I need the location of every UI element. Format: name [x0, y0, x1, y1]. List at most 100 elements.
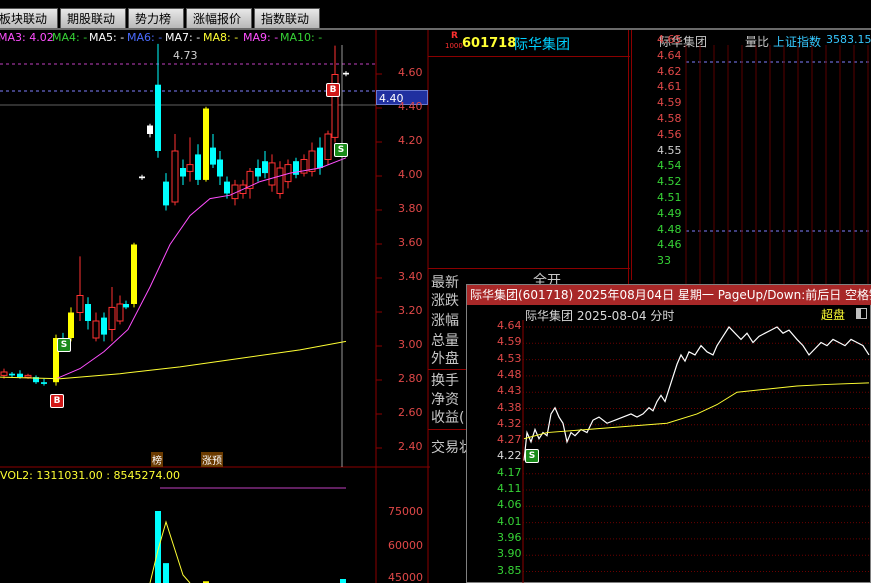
- intraday-price-tick: 4.22: [497, 449, 522, 463]
- volume-tick: 45000: [388, 571, 423, 583]
- r-badge-sub: 1000: [445, 42, 463, 50]
- candle-body: [68, 312, 74, 338]
- candle-body: [255, 168, 261, 177]
- candle-body: [163, 181, 169, 206]
- price-tick: 3.20: [398, 304, 423, 317]
- candle-body: [217, 159, 223, 177]
- candle-body: [276, 167, 284, 194]
- candle-body: [203, 108, 209, 180]
- candle-body: [155, 84, 161, 151]
- quote-label-earnings: 收益(: [431, 410, 465, 426]
- volume-tick: 75000: [388, 505, 423, 518]
- index-tick: 4.54: [657, 159, 682, 173]
- intraday-price-tick: 4.17: [497, 465, 522, 479]
- tab-bar: 板块联动 期股联动 势力榜 涨幅报价 指数联动: [0, 0, 871, 30]
- stock-code[interactable]: 601718: [462, 36, 516, 51]
- index-tick: 4.64: [657, 48, 682, 62]
- candle-body: [0, 371, 8, 376]
- index-tick: 4.49: [657, 206, 682, 220]
- gain-forecast-marker: 涨预: [201, 452, 223, 467]
- tab-sector-linkage[interactable]: 板块联动: [0, 8, 58, 28]
- intraday-price-tick: 3.85: [497, 563, 522, 577]
- price-tick: 2.80: [398, 372, 423, 385]
- intraday-price-tick: 4.64: [497, 319, 522, 332]
- index-tick: 4.52: [657, 175, 682, 189]
- quote-label-volume: 总量: [431, 333, 459, 349]
- candle-body: [224, 181, 230, 194]
- candle-body: [24, 374, 32, 378]
- tab-futures-linkage[interactable]: 期股联动: [60, 8, 126, 28]
- candle-body: [131, 244, 137, 304]
- index-tick: 4.55: [657, 143, 682, 157]
- candle-body: [186, 164, 194, 172]
- price-tick: 3.80: [398, 202, 423, 215]
- volume-bar: [155, 511, 161, 583]
- candle-body: [317, 147, 323, 168]
- tab-gain-quote[interactable]: 涨幅报价: [186, 8, 252, 28]
- index-tick: 4.51: [657, 191, 682, 204]
- candle-body: [210, 147, 216, 165]
- candle-body: [324, 133, 332, 160]
- intraday-price-tick: 3.96: [497, 530, 522, 544]
- tab-index-linkage[interactable]: 指数联动: [254, 8, 320, 28]
- index-tick: 33: [657, 254, 671, 268]
- index-tick: 4.48: [657, 222, 682, 236]
- candle-body: [147, 125, 153, 134]
- candle-body: [268, 162, 276, 186]
- intraday-price-tick: 4.27: [497, 433, 522, 447]
- price-tick: 4.40: [398, 100, 423, 113]
- intraday-price-tick: 4.32: [497, 416, 522, 430]
- price-tick: 2.40: [398, 440, 423, 453]
- window-toggle-icon[interactable]: [856, 308, 867, 319]
- candle-body: [76, 295, 84, 313]
- intraday-price-tick: 4.48: [497, 367, 522, 381]
- index-tick: 4.46: [657, 238, 682, 252]
- candle-body: [262, 161, 268, 174]
- price-tick: 2.60: [398, 406, 423, 419]
- r-badge: R: [451, 31, 458, 41]
- quote-label-outer: 外盘: [431, 351, 459, 367]
- candle-body: [180, 168, 186, 177]
- sell-signal-badge: S: [57, 338, 71, 352]
- candle-body: [308, 150, 316, 172]
- candle-body: [343, 72, 349, 75]
- candle-body: [195, 154, 201, 180]
- quote-label-turnover: 换手: [431, 373, 459, 389]
- intraday-price-tick: 4.11: [497, 482, 522, 495]
- quote-label-change: 涨跌: [431, 293, 459, 309]
- high-price-label: 4.73: [173, 49, 198, 62]
- volume-bar: [340, 579, 346, 583]
- candle-body: [108, 306, 116, 330]
- candle-body: [17, 373, 23, 378]
- popup-title: 际华集团(601718) 2025年08月04日 星期一 PageUp/Down…: [470, 288, 871, 302]
- index-tick: 4.58: [657, 112, 682, 125]
- candle-body: [139, 176, 145, 179]
- candle-body: [9, 373, 15, 376]
- intraday-price-tick: 4.53: [497, 351, 522, 365]
- sell-signal-badge: S: [334, 143, 348, 157]
- price-tick: 4.00: [398, 168, 423, 181]
- price-tick: 3.40: [398, 270, 423, 283]
- buy-signal-badge: B: [326, 83, 340, 97]
- intraday-price-tick: 4.01: [497, 514, 522, 528]
- intraday-price-tick: 4.59: [497, 335, 522, 349]
- index-tick: 4.65: [657, 33, 682, 46]
- volume-bar: [163, 563, 169, 583]
- candle-body: [41, 382, 47, 384]
- kline-chart[interactable]: [0, 30, 430, 583]
- index-tick: 4.62: [657, 64, 682, 78]
- index-tick: 4.59: [657, 96, 682, 110]
- volume-tick: 60000: [388, 539, 423, 552]
- candle-body: [116, 303, 124, 322]
- tab-power-rank[interactable]: 势力榜: [128, 8, 184, 28]
- sell-signal-badge: S: [525, 449, 539, 463]
- quote-label-net-assets: 净资: [431, 392, 459, 408]
- price-tick: 4.60: [398, 66, 423, 79]
- stock-name[interactable]: 际华集团: [514, 34, 570, 54]
- intraday-price-tick: 4.06: [497, 498, 522, 512]
- buy-signal-badge: B: [50, 394, 64, 408]
- candle-body: [92, 320, 100, 339]
- price-tick: 4.20: [398, 134, 423, 147]
- index-tick: 4.56: [657, 127, 682, 141]
- intraday-price-tick: 4.38: [497, 400, 522, 414]
